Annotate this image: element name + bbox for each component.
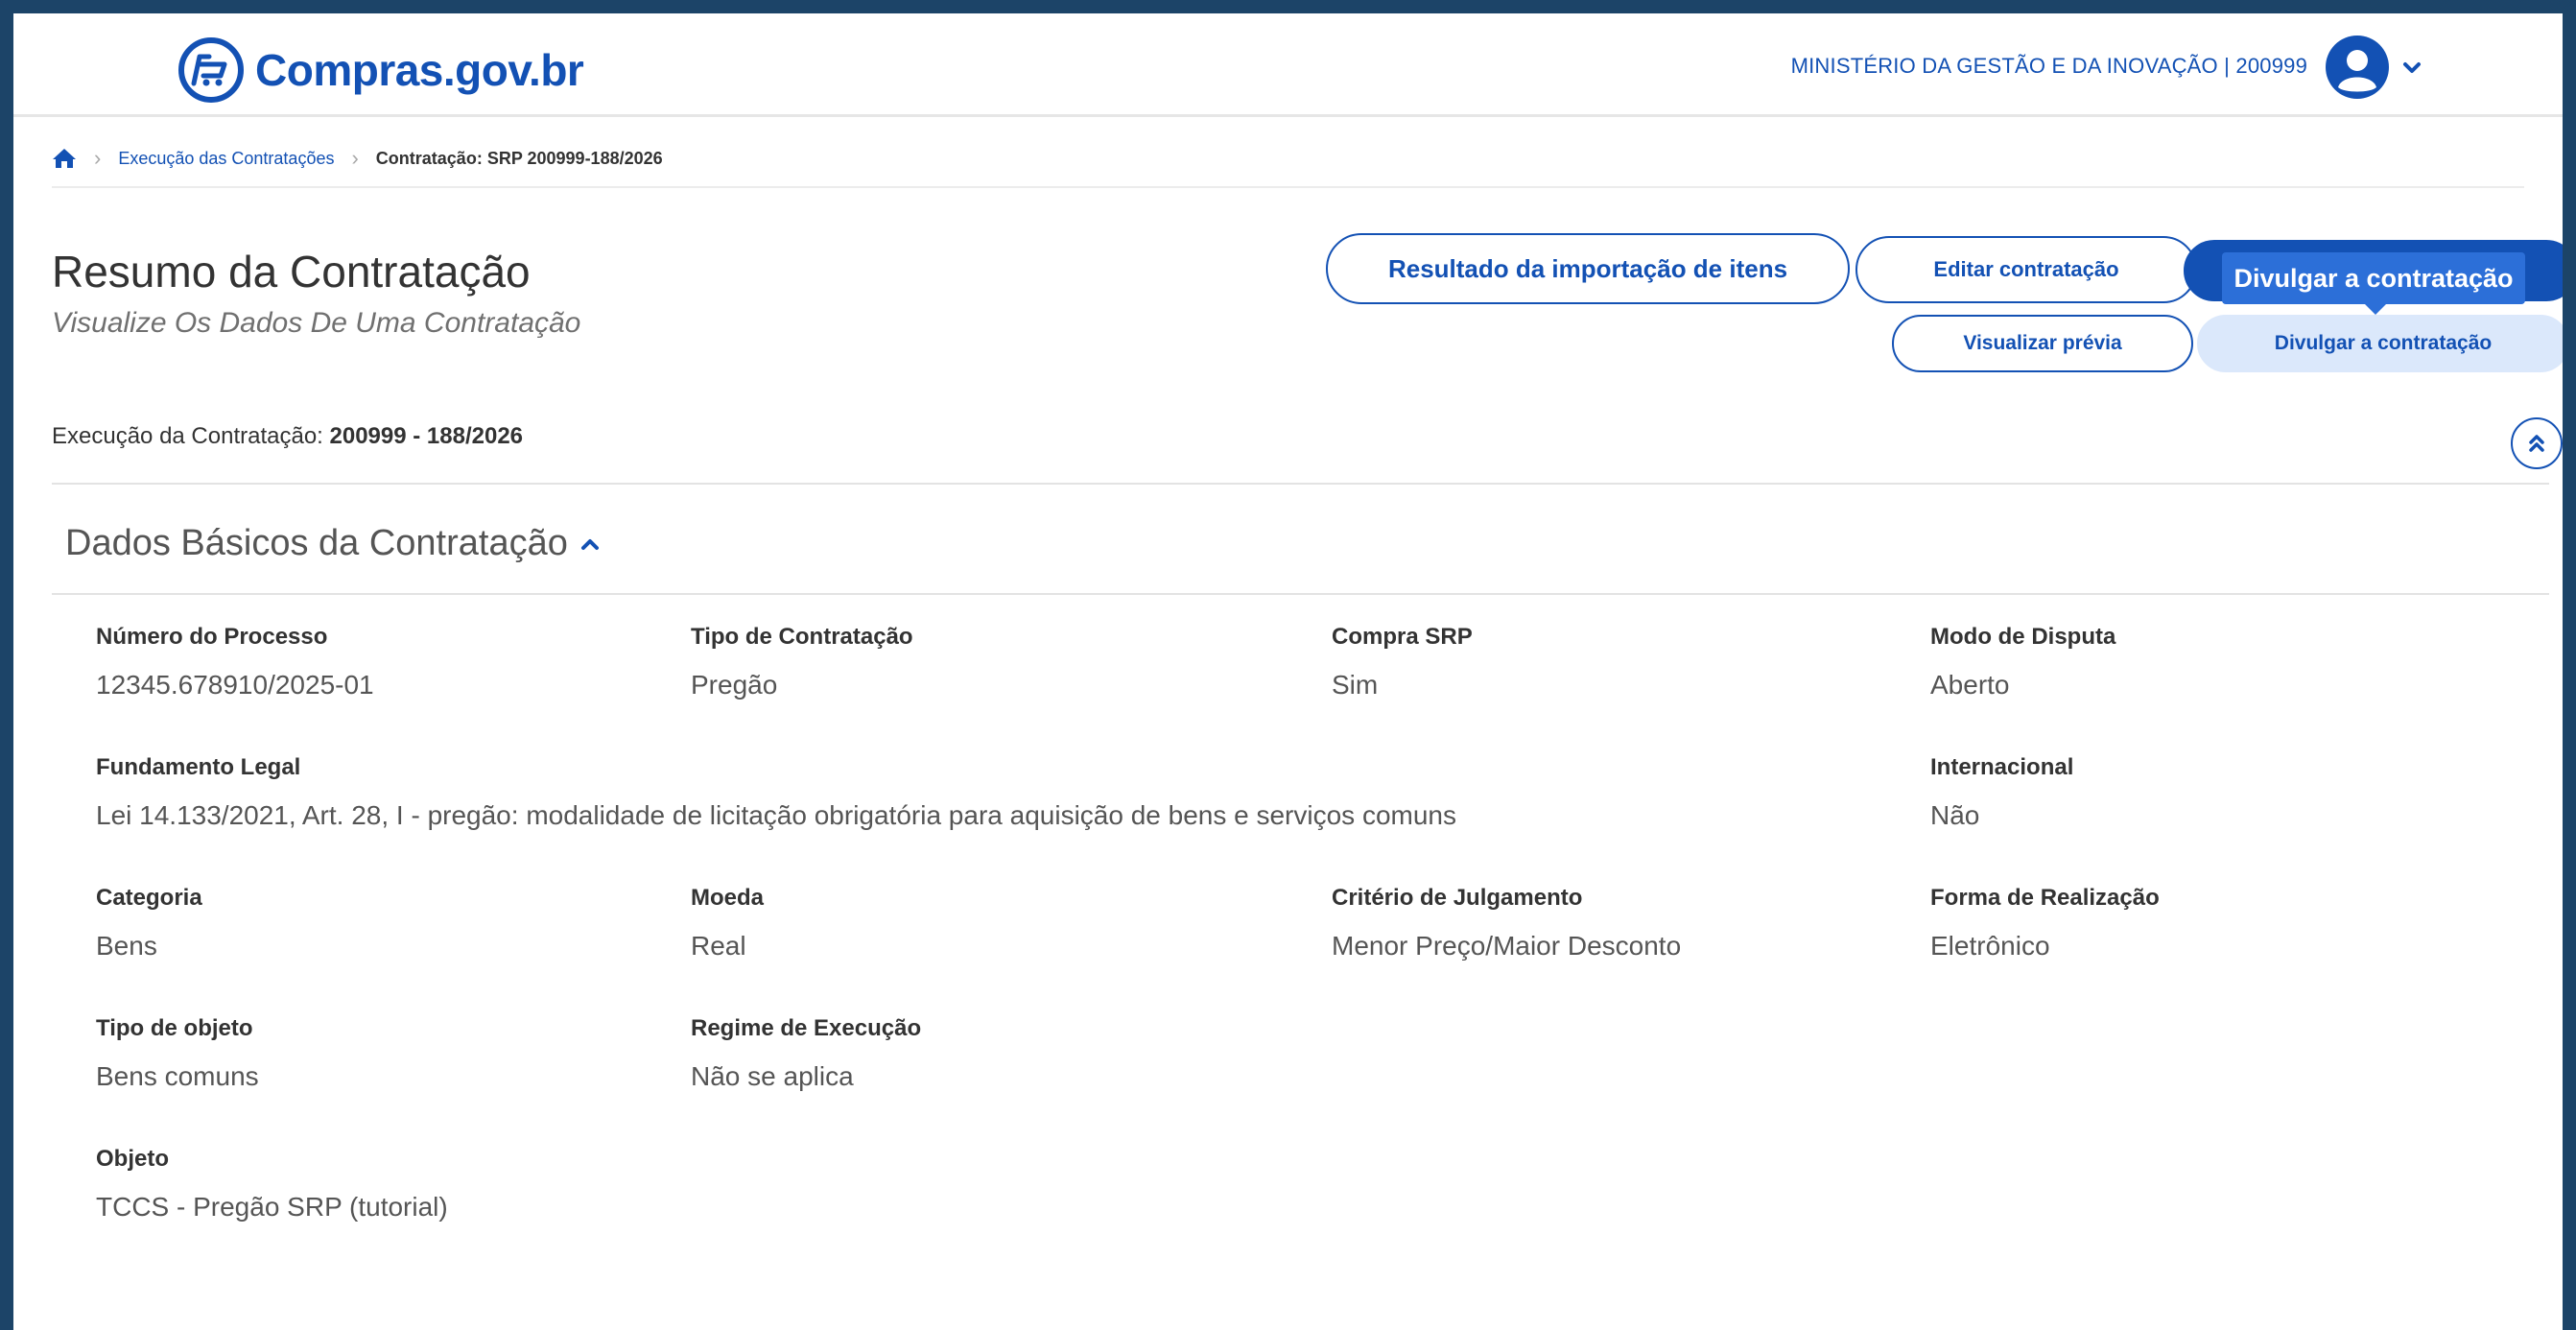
breadcrumb: › Execução das Contratações › Contrataçã… (52, 146, 2524, 171)
execution-label: Execução da Contratação: (52, 423, 323, 449)
breadcrumb-separator-icon: › (351, 146, 359, 170)
divider (52, 593, 2549, 595)
field-value: Menor Preço/Maior Desconto (1332, 931, 1682, 961)
app-frame: Compras.gov.br MINISTÉRIO DA GESTÃO E DA… (13, 13, 2563, 1330)
org-label: MINISTÉRIO DA GESTÃO E DA INOVAÇÃO | 200… (1790, 54, 2307, 78)
field-numero-processo: Número do Processo 12345.678910/2025-01 (96, 624, 374, 701)
field-label: Modo de Disputa (1930, 624, 2116, 650)
breadcrumb-separator-icon: › (94, 146, 102, 170)
field-value: Lei 14.133/2021, Art. 28, I - pregão: mo… (96, 800, 1456, 830)
field-forma-realizacao: Forma de Realização Eletrônico (1930, 885, 2160, 962)
publish-contract-button[interactable]: Divulgar a contratação (2197, 315, 2563, 372)
field-criterio-julgamento: Critério de Julgamento Menor Preço/Maior… (1332, 885, 1681, 962)
edit-contract-button[interactable]: Editar contratação (1855, 236, 2197, 303)
field-modo-disputa: Modo de Disputa Aberto (1930, 624, 2115, 701)
preview-button[interactable]: Visualizar prévia (1892, 315, 2193, 372)
field-label: Objeto (96, 1146, 169, 1172)
divider (52, 186, 2524, 188)
field-label: Compra SRP (1332, 624, 1473, 650)
field-value: 12345.678910/2025-01 (96, 670, 374, 700)
field-value: Aberto (1930, 670, 2010, 700)
divider (52, 483, 2549, 485)
field-label: Critério de Julgamento (1332, 885, 1583, 911)
field-tipo-objeto: Tipo de objeto Bens comuns (96, 1015, 259, 1092)
double-chevron-up-icon (2529, 435, 2544, 452)
chevron-up-icon (580, 538, 599, 550)
field-label: Moeda (691, 885, 765, 911)
field-fundamento-legal: Fundamento Legal Lei 14.133/2021, Art. 2… (96, 754, 1456, 831)
execution-info: Execução da Contratação: 200999 - 188/20… (52, 423, 523, 450)
compras-logo-icon (178, 37, 244, 103)
field-value: Pregão (691, 670, 778, 700)
field-internacional: Internacional Não (1930, 754, 2073, 831)
field-label: Tipo de Contratação (691, 624, 913, 650)
compras-logo[interactable]: Compras.gov.br (175, 36, 584, 104)
section-toggle-dados-basicos[interactable]: Dados Básicos da Contratação (65, 523, 601, 564)
field-value: Não se aplica (691, 1061, 854, 1091)
breadcrumb-current: Contratação: SRP 200999-188/2026 (375, 148, 663, 168)
field-value: Sim (1332, 670, 1379, 700)
field-value: TCCS - Pregão SRP (tutorial) (96, 1192, 448, 1222)
field-label: Internacional (1930, 754, 2074, 780)
tooltip-arrow (2364, 303, 2387, 315)
logo-text: Compras.gov.br (255, 45, 584, 95)
field-label: Número do Processo (96, 624, 328, 650)
field-value: Eletrônico (1930, 931, 2050, 961)
field-compra-srp: Compra SRP Sim (1332, 624, 1473, 701)
field-regime-execucao: Regime de Execução Não se aplica (691, 1015, 921, 1092)
user-avatar-icon[interactable] (2325, 35, 2390, 100)
field-label: Forma de Realização (1930, 885, 2160, 911)
collapse-all-button[interactable] (2511, 417, 2563, 469)
field-label: Categoria (96, 885, 202, 911)
field-label: Fundamento Legal (96, 754, 301, 780)
field-moeda: Moeda Real (691, 885, 764, 962)
chevron-down-icon[interactable] (2401, 58, 2422, 79)
field-categoria: Categoria Bens (96, 885, 202, 962)
top-header: Compras.gov.br MINISTÉRIO DA GESTÃO E DA… (13, 13, 2563, 117)
home-icon[interactable] (52, 147, 77, 170)
field-value: Bens (96, 931, 157, 961)
import-result-button[interactable]: Resultado da importação de itens (1326, 233, 1850, 304)
page-title: Resumo da Contratação (52, 247, 531, 297)
page-subtitle: Visualize Os Dados De Uma Contratação (52, 307, 581, 339)
field-label: Regime de Execução (691, 1015, 922, 1041)
field-tipo-contratacao: Tipo de Contratação Pregão (691, 624, 913, 701)
publish-tooltip: Divulgar a contratação (2222, 252, 2525, 304)
field-objeto: Objeto TCCS - Pregão SRP (tutorial) (96, 1146, 448, 1223)
field-value: Bens comuns (96, 1061, 259, 1091)
field-value: Real (691, 931, 746, 961)
execution-value: 200999 - 188/2026 (329, 423, 524, 449)
field-value: Não (1930, 800, 1980, 830)
field-label: Tipo de objeto (96, 1015, 253, 1041)
section-title: Dados Básicos da Contratação (65, 523, 568, 563)
breadcrumb-link-execucao[interactable]: Execução das Contratações (118, 149, 334, 169)
